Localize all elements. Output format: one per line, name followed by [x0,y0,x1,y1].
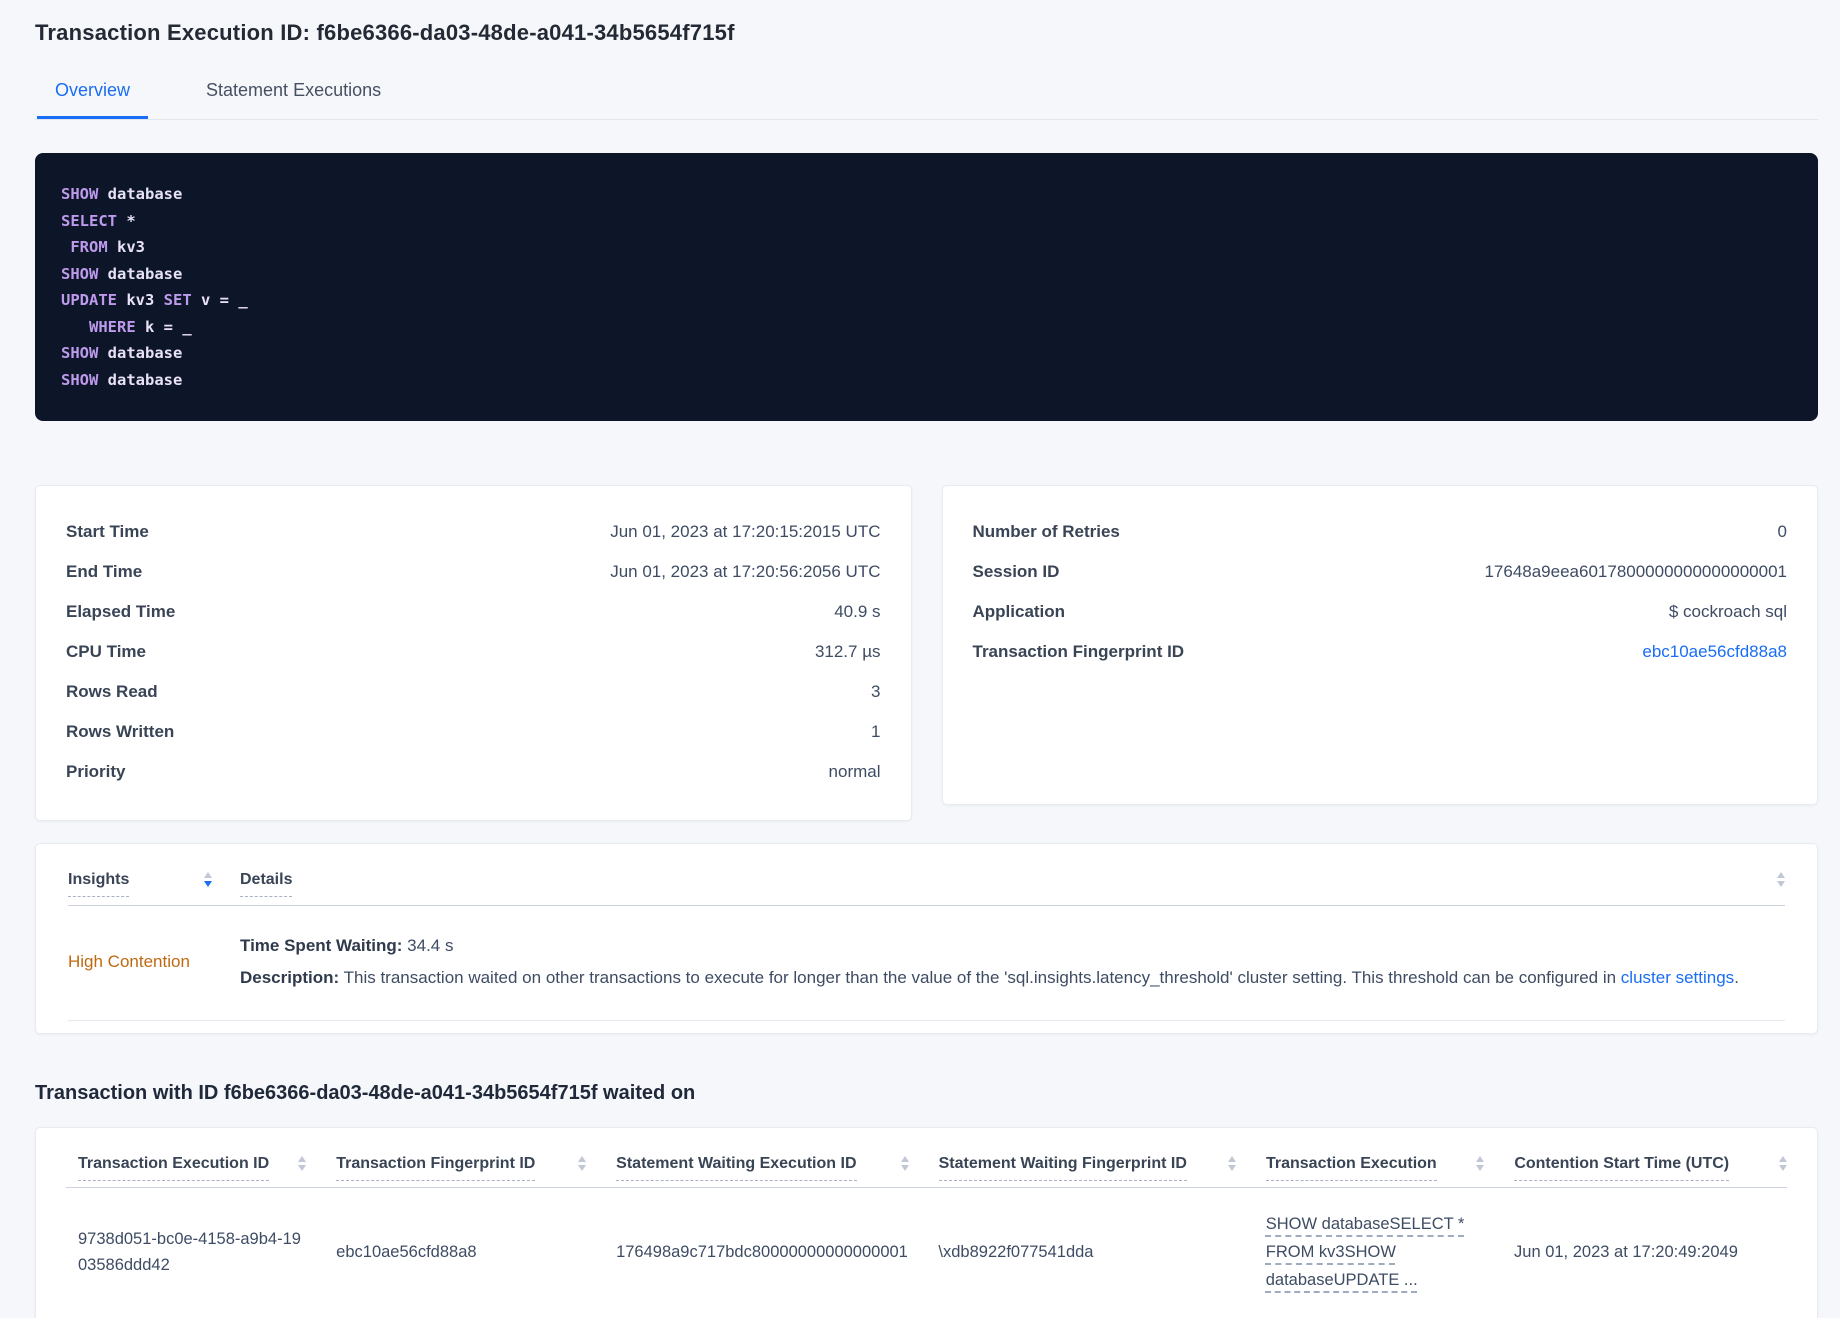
cell-stmt-waiting-execution-id: 176498a9c717bdc80000000000000001 [616,1243,908,1261]
column-txn-execution: Transaction Execution [1265,1154,1514,1181]
transaction-fingerprint-link[interactable]: ebc10ae56cfd88a8 [1642,642,1787,662]
insights-column-header[interactable]: Insights [68,870,130,897]
summary-row-application: Application $ cockroach sql [972,602,1788,621]
insights-table-card: Insights Details High Contention Time Sp… [35,843,1818,1034]
summary-row-elapsed-time: Elapsed Time 40.9 s [66,602,881,621]
sql-line: SHOW database [61,370,183,389]
sql-line: WHERE k = _ [89,317,192,336]
sort-icon[interactable] [204,872,212,887]
time-spent-waiting: Time Spent Waiting: 34.4 s [240,936,454,955]
waited-table-row: 9738d051-bc0e-4158-a9b4-1903586ddd42 ebc… [66,1188,1787,1318]
transaction-execution-page: Transaction Execution ID: f6be6366-da03-… [0,0,1840,1318]
tab-bar: Overview Statement Executions [35,74,1818,120]
insight-row: High Contention Time Spent Waiting: 34.4… [68,906,1785,1021]
sql-line: FROM kv3 [70,238,145,256]
sql-line: SHOW database [61,344,183,362]
page-title: Transaction Execution ID: f6be6366-da03-… [35,20,735,45]
insights-column: Insights [68,870,240,897]
summary-row-end-time: End Time Jun 01, 2023 at 17:20:56:2056 U… [66,562,881,581]
sort-icon[interactable] [298,1156,307,1171]
sql-line: SHOW database [61,264,183,283]
cell-txn-execution-id: 9738d051-bc0e-4158-a9b4-1903586ddd42 [78,1230,301,1274]
insight-details: Time Spent Waiting: 34.4 s Description: … [240,936,1785,988]
sql-statements-box: SHOW database SELECT * FROM kv3 SHOW datab… [35,153,1818,421]
cell-stmt-waiting-fingerprint-id: \xdb8922f077541dda [938,1243,1094,1261]
sort-icon[interactable] [1779,1156,1787,1171]
summary-row-priority: Priority normal [66,762,881,781]
sort-icon[interactable] [1777,872,1785,887]
summary-row-cpu-time: CPU Time 312.7 µs [66,642,881,661]
summary-row-rows-read: Rows Read 3 [66,682,881,701]
execution-times-card: Start Time Jun 01, 2023 at 17:20:15:2015… [35,485,912,821]
cell-txn-execution-link[interactable]: SHOW databaseSELECT * FROM kv3SHOW datab… [1266,1210,1514,1294]
column-txn-fingerprint-id: Transaction Fingerprint ID [336,1154,616,1181]
session-info-card: Number of Retries 0 Session ID 17648a9ee… [941,485,1818,805]
waited-on-title: Transaction with ID f6be6366-da03-48de-a… [35,1082,696,1104]
summary-row-retries: Number of Retries 0 [972,522,1788,541]
summary-row-start-time: Start Time Jun 01, 2023 at 17:20:15:2015… [66,522,881,541]
insights-table-header: Insights Details [68,870,1785,897]
column-txn-execution-id: Transaction Execution ID [66,1154,336,1181]
insight-description: Description: This transaction waited on … [240,968,1739,987]
sql-line: UPDATE kv3 SET v = _ [61,291,248,309]
sort-icon[interactable] [900,1156,909,1171]
sql-line: SELECT * [61,211,136,230]
column-contention-start-time: Contention Start Time (UTC) [1514,1154,1787,1181]
sort-icon[interactable] [578,1156,587,1171]
cluster-settings-link[interactable]: cluster settings [1621,968,1734,987]
cell-txn-fingerprint-id: ebc10ae56cfd88a8 [336,1243,477,1261]
summary-row-txn-fingerprint: Transaction Fingerprint ID ebc10ae56cfd8… [972,642,1788,662]
sql-line: SHOW database [61,185,183,203]
insight-type-label: High Contention [68,952,190,971]
summary-row-rows-written: Rows Written 1 [66,722,881,741]
tab-statement-executions[interactable]: Statement Executions [188,74,399,119]
sort-icon[interactable] [1227,1156,1236,1171]
tab-overview[interactable]: Overview [37,74,149,119]
details-column-header[interactable]: Details [240,870,293,897]
sort-icon[interactable] [1476,1156,1485,1171]
waited-table-header: Transaction Execution ID Transaction Fin… [66,1154,1787,1181]
details-column: Details [240,870,293,897]
waited-on-table-card: Transaction Execution ID Transaction Fin… [35,1127,1818,1318]
column-stmt-waiting-fingerprint-id: Statement Waiting Fingerprint ID [938,1154,1266,1181]
summary-cards-row: Start Time Jun 01, 2023 at 17:20:15:2015… [35,485,1818,821]
column-stmt-waiting-execution-id: Statement Waiting Execution ID [616,1154,938,1181]
cell-contention-start-time: Jun 01, 2023 at 17:20:49:2049 [1514,1243,1738,1261]
summary-row-session-id: Session ID 17648a9eea6017800000000000000… [972,562,1788,581]
